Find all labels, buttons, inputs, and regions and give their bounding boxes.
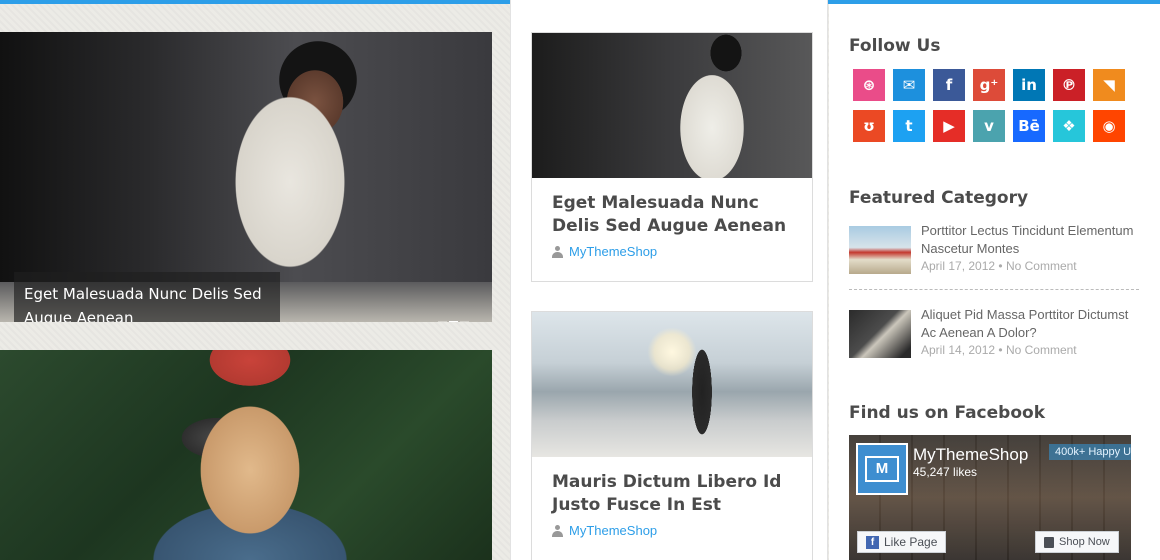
facebook-icon: f <box>866 535 879 549</box>
post-thumbnail[interactable] <box>532 312 812 457</box>
user-icon <box>552 245 563 258</box>
slider-pagination <box>438 321 469 322</box>
reddit-icon[interactable]: ◉ <box>1093 110 1125 142</box>
rss-icon[interactable]: ◥ <box>1093 69 1125 101</box>
sidebar: Follow Us ⊛ ✉ f g⁺ in ℗ ◥ ʊ t ▶ v Bē ❖ ◉ Featured Cat… <box>829 4 1160 560</box>
shopping-bag-icon <box>1044 536 1054 548</box>
featured-post-title[interactable]: Aliquet Pid Massa Porttitor Dictumst Ac … <box>921 306 1141 342</box>
featured-post-thumbnail[interactable] <box>849 226 911 274</box>
stumbleupon-icon[interactable]: ʊ <box>853 110 885 142</box>
featured-post-thumbnail[interactable] <box>849 310 911 358</box>
featured-post-comments[interactable]: No Comment <box>1006 343 1077 357</box>
featured-slider[interactable]: Eget Malesuada Nunc Delis Sed Augue Aene… <box>0 32 492 322</box>
divider <box>849 289 1139 290</box>
shop-now-button[interactable]: Shop Now <box>1035 531 1119 553</box>
featured-post-item[interactable]: Aliquet Pid Massa Porttitor Dictumst Ac … <box>849 306 1139 358</box>
featured-post-comments[interactable]: No Comment <box>1006 259 1077 273</box>
follow-us-heading: Follow Us <box>849 36 941 56</box>
post-author-link[interactable]: MyThemeShop <box>569 523 657 538</box>
featured-post-item[interactable]: Porttitor Lectus Tincidunt Elementum Nas… <box>849 222 1139 274</box>
post-title[interactable]: Eget Malesuada Nunc Delis Sed Augue Aene… <box>552 192 792 238</box>
post-title[interactable]: Mauris Dictum Libero Id Justo Fusce In E… <box>552 471 792 517</box>
slide-caption[interactable]: Eget Malesuada Nunc Delis Sed Augue Aene… <box>14 272 280 322</box>
featured-post-title[interactable]: Porttitor Lectus Tincidunt Elementum Nas… <box>921 222 1141 258</box>
vimeo-icon[interactable]: v <box>973 110 1005 142</box>
featured-post-date: April 14, 2012 <box>921 343 996 357</box>
facebook-page-widget[interactable]: M MyThemeShop 45,247 likes 400k+ Happy U… <box>849 435 1131 560</box>
user-icon <box>552 524 563 537</box>
post-card[interactable]: Eget Malesuada Nunc Delis Sed Augue Aene… <box>531 32 813 282</box>
facebook-page-name[interactable]: MyThemeShop <box>913 445 1028 465</box>
post-image-camera-girl[interactable] <box>0 350 492 560</box>
google-plus-icon[interactable]: g⁺ <box>973 69 1005 101</box>
behance-icon[interactable]: Bē <box>1013 110 1045 142</box>
featured-post-date: April 17, 2012 <box>921 259 996 273</box>
linkedin-icon[interactable]: in <box>1013 69 1045 101</box>
mythemeshop-logo[interactable]: M <box>856 443 908 495</box>
facebook-cover-banner: 400k+ Happy Us <box>1049 444 1131 460</box>
post-list-column: Eget Malesuada Nunc Delis Sed Augue Aene… <box>510 0 828 560</box>
facebook-icon[interactable]: f <box>933 69 965 101</box>
foursquare-icon[interactable]: ❖ <box>1053 110 1085 142</box>
social-icons-grid: ⊛ ✉ f g⁺ in ℗ ◥ ʊ t ▶ v Bē ❖ ◉ <box>853 69 1133 142</box>
pinterest-icon[interactable]: ℗ <box>1053 69 1085 101</box>
post-thumbnail[interactable] <box>532 33 812 178</box>
slider-dot-active[interactable] <box>449 321 458 322</box>
facebook-heading: Find us on Facebook <box>849 403 1045 423</box>
facebook-likes-count: 45,247 likes <box>913 465 978 479</box>
dribbble-icon[interactable]: ⊛ <box>853 69 885 101</box>
post-card[interactable]: Mauris Dictum Libero Id Justo Fusce In E… <box>531 311 813 560</box>
featured-post-meta: April 17, 2012 • No Comment <box>921 259 1077 273</box>
slider-dot[interactable] <box>438 321 447 322</box>
email-icon[interactable]: ✉ <box>893 69 925 101</box>
youtube-icon[interactable]: ▶ <box>933 110 965 142</box>
featured-post-meta: April 14, 2012 • No Comment <box>921 343 1077 357</box>
post-author-link[interactable]: MyThemeShop <box>569 244 657 259</box>
slider-dot[interactable] <box>460 321 469 322</box>
featured-category-heading: Featured Category <box>849 188 1029 208</box>
like-page-button[interactable]: f Like Page <box>857 531 947 553</box>
twitter-icon[interactable]: t <box>893 110 925 142</box>
